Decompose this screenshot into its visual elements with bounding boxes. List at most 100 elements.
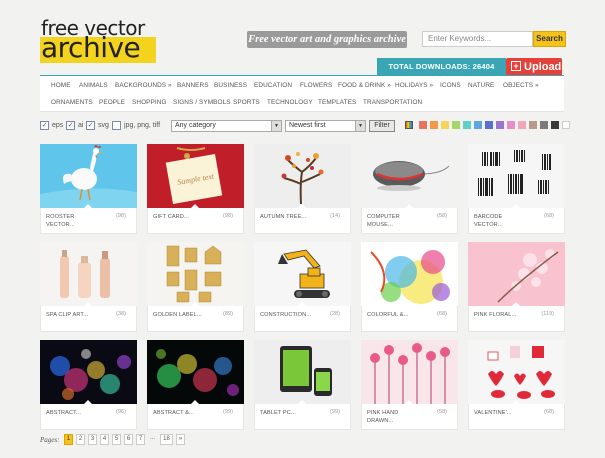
card-caption: ABSTRACT... (96) [40, 400, 137, 430]
page-4[interactable]: 4 [100, 434, 109, 445]
nav-item-flowers[interactable]: FLOWERS [300, 81, 332, 91]
page-2[interactable]: 2 [76, 434, 85, 445]
color-swatch[interactable] [562, 121, 570, 129]
color-swatch[interactable] [430, 121, 438, 129]
color-swatch[interactable] [540, 121, 548, 129]
category-select[interactable]: Any category ▼ [171, 120, 282, 132]
barcode-thumbnail[interactable] [468, 144, 565, 208]
nav-item-food-drink[interactable]: FOOD & DRINK » [338, 81, 391, 91]
card-title[interactable]: COLORFUL &... [367, 311, 425, 319]
pink-hand-drawn-thumbnail[interactable] [361, 340, 458, 404]
nav-item-signs-symbols[interactable]: SIGNS / SYMBOLS [173, 98, 231, 108]
search-input[interactable]: Enter Keywords... [422, 31, 533, 47]
nav-item-business[interactable]: BUSINESS [214, 81, 247, 91]
card-count: (14) [330, 213, 340, 219]
nav-item-animals[interactable]: ANIMALS [79, 81, 108, 91]
color-swatch[interactable] [419, 121, 427, 129]
card-caption: VALENTINE'... (68) [468, 400, 565, 430]
nav-item-sports[interactable]: SPORTS [233, 98, 260, 108]
eps-label: eps [52, 122, 64, 129]
filter-button[interactable]: Filter [369, 120, 395, 132]
valentines-thumbnail[interactable] [468, 340, 565, 404]
color-swatch[interactable] [529, 121, 537, 129]
card-title[interactable]: VALENTINE'... [474, 409, 532, 417]
site-logo[interactable]: free vector archive [40, 18, 156, 64]
page-1[interactable]: 1 [64, 434, 73, 445]
nav-item-education[interactable]: EDUCATION [254, 81, 292, 91]
card-count: (89) [223, 311, 233, 317]
nav-item-icons[interactable]: ICONS [440, 81, 461, 91]
color-swatch[interactable] [551, 121, 559, 129]
card-title[interactable]: PINK HAND DRAWN... [367, 409, 425, 425]
card-title[interactable]: TABLET PC... [260, 409, 318, 417]
nav-item-nature[interactable]: NATURE [468, 81, 494, 91]
page-3[interactable]: 3 [88, 434, 97, 445]
nav-item-shopping[interactable]: SHOPPING [132, 98, 167, 108]
search-button[interactable]: Search [533, 31, 566, 47]
raster-checkbox[interactable] [112, 121, 121, 130]
computer-mouse-thumbnail[interactable] [361, 144, 458, 208]
chevron-down-icon: ▼ [271, 121, 281, 131]
nav-item-home[interactable]: HOME [51, 81, 71, 91]
nav-item-templates[interactable]: TEMPLATES [318, 98, 356, 108]
golden-label-thumbnail[interactable] [147, 242, 244, 306]
card-title[interactable]: ABSTRACT &... [153, 409, 211, 417]
card-title[interactable]: GOLDEN LABEL... [153, 311, 211, 319]
color-swatch[interactable] [496, 121, 504, 129]
nav-item-ornaments[interactable]: ORNAMENTS [51, 98, 93, 108]
card-count: (68) [544, 409, 554, 415]
rooster-thumbnail[interactable] [40, 144, 137, 208]
page-5[interactable]: 5 [112, 434, 121, 445]
card-title[interactable]: SPA CLIP ART... [46, 311, 104, 319]
card-title[interactable]: ABSTRACT... [46, 409, 104, 417]
card-title[interactable]: AUTUMN TREE... [260, 213, 318, 221]
page: free vector archive Free vector art and … [0, 0, 605, 458]
card-title[interactable]: CONSTRUCTION... [260, 311, 318, 319]
card-caption: BARCODE VECTOR... (68) [468, 204, 565, 234]
nav-item-banners[interactable]: BANNERS [177, 81, 209, 91]
page-6[interactable]: 6 [124, 434, 133, 445]
pagination-label: Pages: [40, 436, 60, 444]
color-swatch[interactable] [452, 121, 460, 129]
card-title[interactable]: COMPUTER MOUSE... [367, 213, 425, 229]
nav-item-technology[interactable]: TECHNOLOGY [267, 98, 313, 108]
eps-checkbox[interactable]: ✓ [40, 121, 49, 130]
page-7[interactable]: 7 [136, 434, 145, 445]
card-caption: COLORFUL &... (68) [361, 302, 458, 332]
abstract-lights-thumbnail[interactable] [147, 340, 244, 404]
card-count: (119) [541, 311, 554, 317]
color-swatch[interactable] [463, 121, 471, 129]
card-caption: SPA CLIP ART... (38) [40, 302, 137, 332]
nav-item-objects[interactable]: OBJECTS » [503, 81, 539, 91]
page-18[interactable]: 18 [160, 434, 173, 445]
ai-checkbox[interactable]: ✓ [66, 121, 75, 130]
sort-select[interactable]: Newest first ▼ [285, 120, 366, 132]
card-title[interactable]: ROOSTER VECTOR... [46, 213, 104, 229]
pink-floral-thumbnail[interactable] [468, 242, 565, 306]
svg-checkbox[interactable]: ✓ [86, 121, 95, 130]
colorful-thumbnail[interactable] [361, 242, 458, 306]
color-swatch[interactable] [518, 121, 526, 129]
filter-bar: ✓ eps ✓ ai ✓ svg jpg, png, tiff Any cate… [40, 120, 570, 132]
color-swatch[interactable] [507, 121, 515, 129]
tablet-pc-thumbnail[interactable] [254, 340, 351, 404]
autumn-tree-thumbnail[interactable] [254, 144, 351, 208]
color-swatch[interactable] [474, 121, 482, 129]
card-title[interactable]: BARCODE VECTOR... [474, 213, 532, 229]
next-page-button[interactable]: » [176, 434, 185, 445]
gift-card-thumbnail[interactable]: Sample text [147, 144, 244, 208]
nav-item-people[interactable]: PEOPLE [99, 98, 125, 108]
nav-item-transportation[interactable]: TRANSPORTATION [363, 98, 422, 108]
color-swatch[interactable] [441, 121, 449, 129]
spa-thumbnail[interactable] [40, 242, 137, 306]
nav-item-backgrounds[interactable]: BACKGROUNDS » [115, 81, 172, 91]
card-title[interactable]: GIFT CARD... [153, 213, 211, 221]
all-colors-swatch[interactable] [405, 121, 413, 129]
nav-item-holidays[interactable]: HOLIDAYS » [395, 81, 433, 91]
card-title[interactable]: PINK FLORAL... [474, 311, 532, 319]
plus-icon: + [511, 61, 521, 71]
color-swatch[interactable] [485, 121, 493, 129]
abstract-bokeh-thumbnail[interactable] [40, 340, 137, 404]
construction-thumbnail[interactable] [254, 242, 351, 306]
card-count: (68) [437, 311, 447, 317]
